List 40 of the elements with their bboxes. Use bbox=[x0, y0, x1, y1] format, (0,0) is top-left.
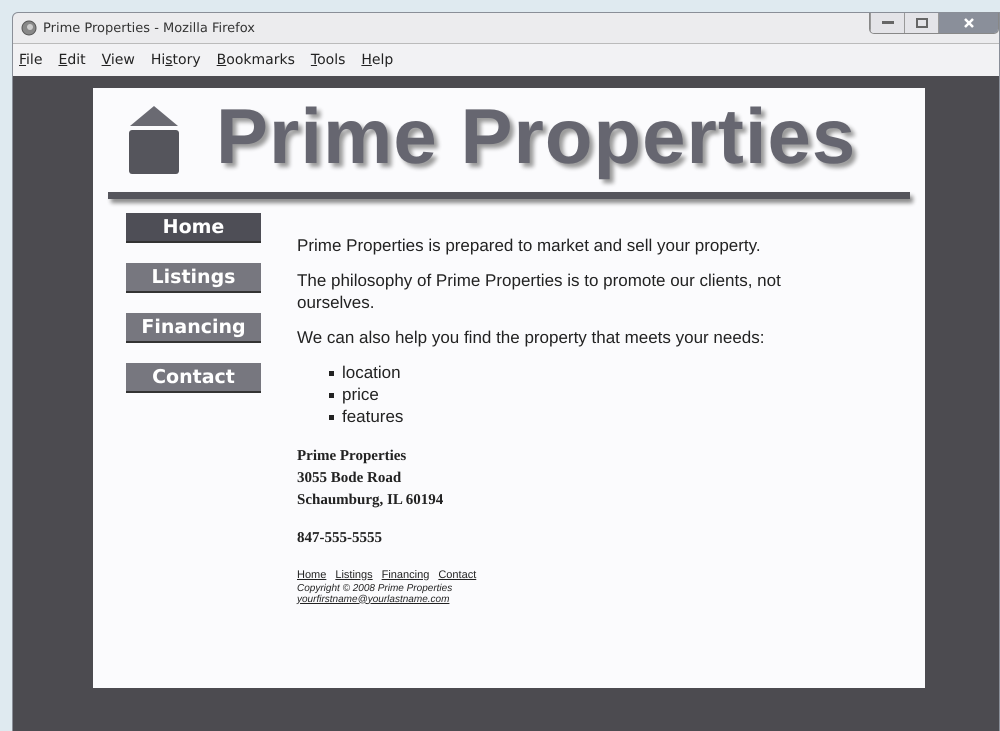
address-line: Schaumburg, IL 60194 bbox=[297, 490, 444, 510]
email-link[interactable]: yourfirstname@yourlastname.com bbox=[297, 594, 450, 605]
list-item: price bbox=[342, 384, 379, 406]
nav-button[interactable]: Listings bbox=[126, 263, 261, 293]
menu-item[interactable]: View bbox=[102, 52, 135, 68]
footer-link[interactable]: Home bbox=[297, 568, 326, 581]
paragraph: We can also help you find the property that meets your needs: bbox=[297, 326, 766, 348]
nav-button[interactable]: Contact bbox=[126, 363, 261, 393]
footer-link[interactable]: Financing bbox=[382, 568, 430, 581]
address-line: Prime Properties bbox=[297, 447, 408, 466]
paragraph: The philosophy of Prime Properties is to promote our clients, not ourselves. bbox=[297, 270, 782, 313]
bullet-icon bbox=[329, 414, 334, 420]
close-button[interactable] bbox=[938, 13, 998, 33]
list-item: location bbox=[342, 362, 401, 384]
address-line: 3055 Bode Road bbox=[297, 469, 402, 488]
minimize-button[interactable] bbox=[870, 13, 904, 33]
footer-link[interactable]: Listings bbox=[335, 568, 373, 581]
menu-item[interactable]: History bbox=[150, 52, 201, 68]
menu-item[interactable]: Edit bbox=[58, 52, 86, 68]
phone-number: 847-555-5555 bbox=[297, 530, 383, 547]
footer-link[interactable]: Contact bbox=[438, 568, 476, 581]
list-item: features bbox=[342, 406, 404, 428]
menu-item[interactable]: File bbox=[19, 52, 42, 68]
menu-item[interactable]: Bookmarks bbox=[216, 52, 295, 68]
nav-button[interactable]: Home bbox=[126, 213, 261, 243]
window-title: Prime Properties - Mozilla Firefox bbox=[43, 20, 256, 36]
close-icon bbox=[962, 17, 974, 29]
menu-item[interactable]: Tools bbox=[310, 52, 346, 68]
maximize-button[interactable] bbox=[904, 13, 938, 33]
house-icon bbox=[126, 104, 182, 176]
minimize-icon bbox=[882, 21, 894, 25]
copyright-text: Copyright © 2008 Prime Properties bbox=[297, 582, 454, 594]
paragraph: Prime Properties is prepared to market and sell your property. bbox=[297, 235, 762, 256]
site-title: Prime Properties bbox=[216, 91, 858, 182]
bullet-icon bbox=[329, 392, 334, 398]
menu-item[interactable]: Help bbox=[361, 52, 394, 68]
browser-logo-icon bbox=[21, 20, 37, 36]
maximize-icon bbox=[916, 18, 928, 28]
bullet-icon bbox=[329, 370, 334, 376]
nav-button[interactable]: Financing bbox=[126, 313, 261, 343]
